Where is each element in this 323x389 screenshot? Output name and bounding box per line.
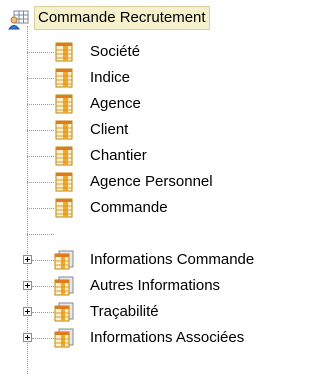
tree-root-node[interactable]: Commande Recrutement (0, 5, 323, 31)
tree-item-label: Agence (90, 95, 141, 112)
table-icon (54, 68, 74, 88)
expand-toggle[interactable] (23, 307, 32, 316)
tree-item-chantier[interactable]: Chantier (0, 143, 323, 169)
tree-item-label: Client (90, 121, 129, 138)
tree-item-commande[interactable]: Commande (0, 195, 323, 221)
tree-item-informations-commande[interactable]: Informations Commande (0, 247, 323, 273)
tree-item-societe[interactable]: Société (0, 39, 323, 65)
tree-item-label: Traçabilité (90, 303, 159, 320)
tree-item-agence[interactable]: Agence (0, 91, 323, 117)
table-group-icon (54, 276, 74, 296)
table-group-icon (54, 250, 74, 270)
tree-item-autres-informations[interactable]: Autres Informations (0, 273, 323, 299)
table-icon (54, 94, 74, 114)
tree-item-label: Commande (90, 199, 168, 216)
tree-item-label: Autres Informations (90, 277, 221, 294)
tree-item-indice[interactable]: Indice (0, 65, 323, 91)
table-group-icon (54, 302, 74, 322)
tree-item-label: Chantier (90, 147, 147, 164)
tree-item-label: Informations Commande (90, 251, 255, 268)
table-icon (54, 172, 74, 192)
tree-item-client[interactable]: Client (0, 117, 323, 143)
tree-item-label: Agence Personnel (90, 173, 213, 190)
tree-item-label: Informations Associées (90, 329, 245, 346)
tree-item-agence-personnel[interactable]: Agence Personnel (0, 169, 323, 195)
expand-toggle[interactable] (23, 333, 32, 342)
expand-toggle[interactable] (23, 255, 32, 264)
tree-root-label: Commande Recrutement (34, 6, 210, 30)
tree-item-informations-associees[interactable]: Informations Associées (0, 325, 323, 351)
tree-connector (27, 234, 54, 235)
table-icon (54, 42, 74, 62)
tree-item-label: Indice (90, 69, 131, 86)
table-icon (54, 146, 74, 166)
table-icon (54, 198, 74, 218)
tree-item-tracabilite[interactable]: Traçabilité (0, 299, 323, 325)
table-icon (54, 120, 74, 140)
table-group-icon (54, 328, 74, 348)
user-table-icon (8, 10, 30, 30)
tree-item-label: Société (90, 43, 141, 60)
expand-toggle[interactable] (23, 281, 32, 290)
